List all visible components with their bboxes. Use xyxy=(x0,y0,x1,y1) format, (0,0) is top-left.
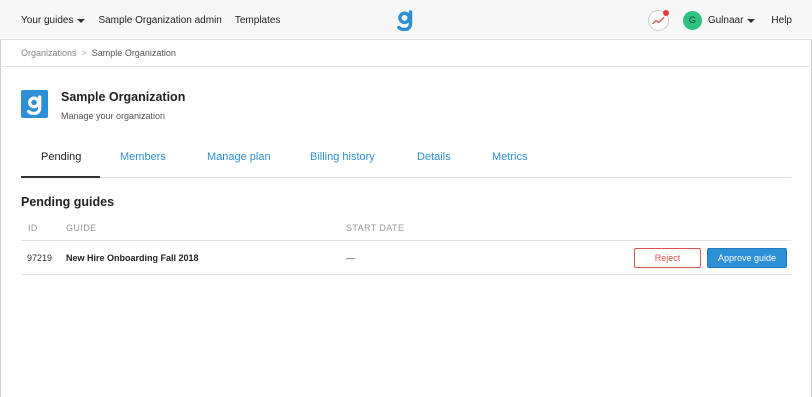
header-divider xyxy=(0,66,812,67)
org-admin-link[interactable]: Sample Organization admin xyxy=(98,15,221,26)
tab-members[interactable]: Members xyxy=(120,151,166,163)
tab-manage-plan[interactable]: Manage plan xyxy=(207,151,271,163)
breadcrumb: Organizations > Sample Organization xyxy=(21,48,176,58)
column-header-id: ID xyxy=(28,223,38,233)
breadcrumb-current: Sample Organization xyxy=(91,48,176,58)
org-admin-label: Sample Organization admin xyxy=(98,14,222,26)
app-logo-icon[interactable] xyxy=(396,9,414,32)
templates-link[interactable]: Templates xyxy=(235,15,281,26)
notification-dot xyxy=(662,9,669,16)
page-left-edge xyxy=(0,40,1,397)
activity-chart-icon xyxy=(652,16,665,24)
chevron-down-icon xyxy=(747,18,756,23)
active-tab-indicator xyxy=(21,176,100,178)
templates-label: Templates xyxy=(234,14,281,26)
column-header-guide: GUIDE xyxy=(66,223,97,233)
top-nav: Your guides Sample Organization admin Te… xyxy=(0,0,812,40)
user-name: Gulnaar xyxy=(707,14,744,26)
breadcrumb-organizations[interactable]: Organizations xyxy=(21,48,77,58)
nav-left: Your guides Sample Organization admin Te… xyxy=(21,0,293,40)
tab-billing-history[interactable]: Billing history xyxy=(310,151,375,163)
your-guides-label: Your guides xyxy=(21,14,74,26)
approve-guide-button[interactable]: Approve guide xyxy=(707,248,787,268)
breadcrumb-separator: > xyxy=(81,48,87,58)
guide-id: 97219 xyxy=(27,253,53,263)
table-header: ID GUIDE START DATE xyxy=(21,221,791,241)
page-subtitle: Manage your organization xyxy=(61,111,166,121)
guide-name[interactable]: New Hire Onboarding Fall 2018 xyxy=(66,253,199,263)
section-title: Pending guides xyxy=(21,195,115,209)
guide-start-date: — xyxy=(346,253,355,263)
your-guides-menu[interactable]: Your guides xyxy=(21,14,86,26)
user-menu[interactable]: G Gulnaar xyxy=(682,10,756,30)
page-title: Sample Organization xyxy=(61,90,186,104)
org-logo-icon xyxy=(21,90,48,118)
chevron-down-icon xyxy=(77,18,86,23)
avatar: G xyxy=(682,10,702,30)
table-row: 97219 New Hire Onboarding Fall 2018 — Re… xyxy=(21,242,791,275)
help-link[interactable]: Help xyxy=(771,15,792,26)
activity-button[interactable] xyxy=(647,9,669,31)
column-header-start-date: START DATE xyxy=(346,223,405,233)
tab-bar: Pending Members Manage plan Billing hist… xyxy=(21,140,791,178)
tab-pending[interactable]: Pending xyxy=(41,151,81,163)
reject-button[interactable]: Reject xyxy=(634,248,701,268)
tab-details[interactable]: Details xyxy=(417,151,451,163)
tab-metrics[interactable]: Metrics xyxy=(492,151,527,163)
nav-right: G Gulnaar Help xyxy=(647,0,792,40)
